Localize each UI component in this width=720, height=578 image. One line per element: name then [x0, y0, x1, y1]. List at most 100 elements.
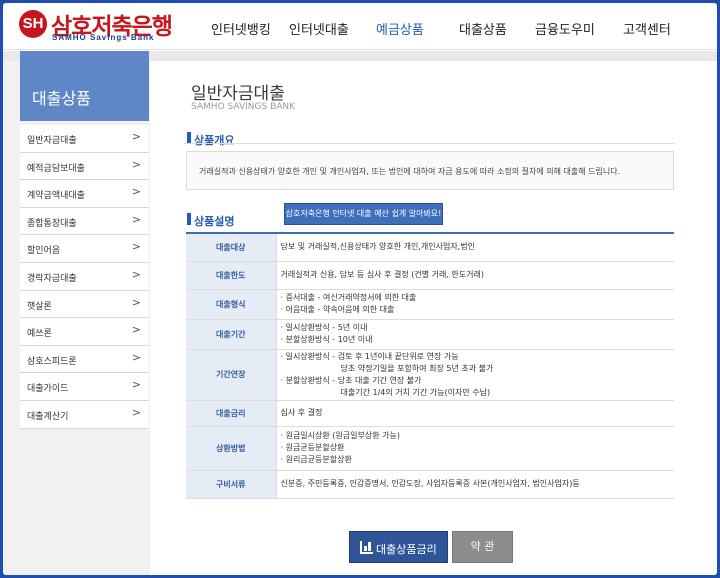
chevron-right-icon: >: [131, 405, 141, 419]
table-row: 대출한도 거래실적과 신용, 담보 등 심사 후 결정 (건별 거래, 한도거래): [186, 261, 674, 290]
sidebar-menu: 일반자금대출 > 예적금담보대출 > 계약금액내대출 > 종합통장대출 > 할인어음 > …: [20, 125, 149, 429]
row-label: 대출형식: [186, 289, 277, 320]
page-subtitle: SAMHO SAVINGS BANK: [191, 102, 296, 112]
sidebar-item-label: 경락자금대출: [27, 273, 77, 284]
row-value-line: · 원금균등분할상환: [280, 443, 345, 452]
sidebar-item-loan-guide[interactable]: 대출가이드 >: [20, 373, 149, 401]
sidebar-item-label: 종합통장대출: [27, 218, 77, 229]
chart-icon: [360, 541, 373, 554]
row-label: 구비서류: [186, 470, 277, 499]
table-row: 기간연장 · 일시상환방식 - 검토 후 1년이내 끝단위로 연장 가능당초 약정…: [186, 349, 674, 401]
terms-button[interactable]: 약 관: [452, 531, 513, 563]
table-row: 상환방법 · 원금일시상환 (원금일부상환 가능) · 원금균등분할상환 · 원리금균…: [186, 426, 674, 471]
section-divider: [184, 143, 675, 144]
table-row: 대출기간 · 일시상환방식 - 5년 이내 · 분할상환방식 - 10년 이내: [186, 319, 674, 350]
sidebar-item-label: 일반자금대출: [27, 136, 77, 146]
logo-seal: SH: [19, 10, 47, 38]
chevron-right-icon: >: [131, 130, 141, 143]
overview-title: 상품개요: [194, 134, 235, 147]
chevron-right-icon: >: [131, 295, 141, 309]
row-value-line: · 원금일시상환 (원금일부상환 가능): [280, 431, 400, 440]
sidebar-item-label: 예적금담보대출: [27, 163, 85, 174]
row-value-line: · 어음대출 - 약속어음에 의한 대출: [280, 305, 395, 314]
chevron-right-icon: >: [131, 185, 141, 199]
row-value-line: · 분할상환방식 - 10년 이내: [280, 335, 373, 344]
row-value-line: 심사 후 결정: [280, 408, 323, 417]
chevron-right-icon: >: [131, 157, 141, 171]
sidebar-item-general-loan[interactable]: 일반자금대출 >: [20, 125, 149, 153]
row-label: 대출한도: [186, 261, 277, 290]
sidebar-item-discount-bill[interactable]: 할인어음 >: [20, 235, 149, 263]
overview-text: 거래실적과 신용상태가 양호한 개인 및 개인사업자, 또는 법인에 대하여 자…: [199, 167, 621, 176]
sidebar-item-label: 대출계산기: [27, 411, 69, 422]
chevron-right-icon: >: [131, 323, 141, 337]
row-label: 기간연장: [186, 349, 277, 401]
sidebar-item-contract-amount-loan[interactable]: 계약금액내대출 >: [20, 180, 149, 208]
row-value-line: 담보 및 거래실적,신용상태가 양호한 개인,개인사업자,법인: [280, 242, 475, 252]
chevron-right-icon: >: [131, 378, 141, 392]
row-value-line: 당초 약정기일을 포함하여 최장 5년 초과 불가: [340, 363, 494, 373]
internet-loan-notice-button[interactable]: 삼호저축은행 인터넷 대출 예산 쉽게 알아봐요!: [284, 203, 443, 225]
sidebar-item-auction-loan[interactable]: 경락자금대출 >: [20, 262, 149, 291]
table-row: 대출대상 담보 및 거래실적,신용상태가 양호한 개인,개인사업자,법인: [186, 233, 674, 262]
chevron-right-icon: >: [131, 267, 141, 281]
top-navigation: SH 삼호저축은행 SAMHO Savings Bank 인터넷뱅킹 인터넷대출…: [3, 3, 717, 50]
sidebar-item-sunshine-loan[interactable]: 햇살론 >: [20, 290, 149, 319]
section-marker: [187, 213, 191, 225]
row-value: 신분증, 주민등록증, 인감증명서, 인감도장, 사업자등록증 사본(개인사업자…: [276, 470, 674, 499]
menu-deposit-products[interactable]: 예금상품: [376, 19, 424, 38]
row-value: · 증서대출 - 여신거래약정서에 의한 대출 · 어음대출 - 약속어음에 의한…: [276, 289, 674, 320]
sidebar-item-overdraft-loan[interactable]: 종합통장대출 >: [20, 207, 149, 236]
description-title: 상품설명: [194, 215, 235, 228]
row-value-line: · 일시상환방식 - 5년 이내: [280, 323, 368, 332]
logo-subtitle: SAMHO Savings Bank: [52, 33, 155, 42]
row-value: · 원금일시상환 (원금일부상환 가능) · 원금균등분할상환 · 원리금균등분할상…: [276, 426, 674, 471]
table-row: 대출금리 심사 후 결정: [186, 400, 674, 427]
chevron-right-icon: >: [131, 212, 141, 226]
table-row: 대출형식 · 증서대출 - 여신거래약정서에 의한 대출 · 어음대출 - 약속어음…: [186, 289, 674, 320]
row-value-line: · 분할상환방식 - 당초 대출 기간 연장 불가: [280, 375, 422, 385]
row-value: 심사 후 결정: [276, 400, 674, 427]
row-label: 대출기간: [186, 319, 277, 350]
menu-financial-helper[interactable]: 금융도우미: [535, 19, 595, 38]
chevron-right-icon: >: [131, 350, 141, 364]
menu-internet-loan[interactable]: 인터넷대출: [289, 19, 349, 38]
sidebar-item-label: 햇살론: [27, 301, 52, 312]
loan-rate-button[interactable]: 대출상품금리: [349, 531, 448, 563]
row-value-line: 대출기간 1/4의 거치 기간 가능(이자만 수납): [340, 387, 491, 397]
menu-internet-banking[interactable]: 인터넷뱅킹: [211, 19, 271, 38]
row-value-line: · 일시상환방식 - 검토 후 1년이내 끝단위로 연장 가능: [280, 351, 459, 361]
sidebar-item-label: 예쓰론: [27, 329, 52, 340]
row-label: 상환방법: [186, 426, 277, 471]
row-value: · 일시상환방식 - 5년 이내 · 분할상환방식 - 10년 이내: [276, 319, 674, 350]
sidebar-item-label: 삼호스피드론: [27, 356, 77, 367]
chevron-right-icon: >: [131, 240, 141, 254]
menu-customer-center[interactable]: 고객센터: [623, 19, 671, 38]
row-value-line: 거래실적과 신용, 담보 등 심사 후 결정 (건별 거래, 한도거래): [280, 270, 485, 279]
row-value: · 일시상환방식 - 검토 후 1년이내 끝단위로 연장 가능당초 약정기일을 …: [276, 349, 674, 401]
row-label: 대출금리: [186, 400, 277, 427]
overview-box: 거래실적과 신용상태가 양호한 개인 및 개인사업자, 또는 법인에 대하여 자…: [186, 151, 674, 190]
samho-logo[interactable]: SH 삼호저축은행 SAMHO Savings Bank: [19, 10, 189, 44]
page-frame: SH 삼호저축은행 SAMHO Savings Bank 인터넷뱅킹 인터넷대출…: [3, 3, 717, 575]
row-value-line: · 증서대출 - 여신거래약정서에 의한 대출: [280, 293, 417, 302]
row-value-line: · 원리금균등분할상환: [280, 455, 352, 464]
page-title: 일반자금대출: [191, 84, 285, 104]
table-row: 구비서류 신분증, 주민등록증, 인감증명서, 인감도장, 사업자등록증 사본(개…: [186, 470, 674, 499]
row-label: 대출대상: [186, 233, 277, 262]
row-value-line: 신분증, 주민등록증, 인감증명서, 인감도장, 사업자등록증 사본(개인사업자…: [280, 479, 580, 488]
sidebar-item-speed-loan[interactable]: 삼호스피드론 >: [20, 345, 149, 374]
sidebar-title: 대출상품: [32, 89, 91, 108]
loan-rate-button-label: 대출상품금리: [376, 543, 437, 556]
sidebar-header: 대출상품: [20, 51, 149, 121]
menu-loan-products[interactable]: 대출상품: [459, 19, 507, 38]
sidebar-item-label: 대출가이드: [27, 384, 69, 395]
sidebar-item-label: 계약금액내대출: [27, 191, 85, 202]
sidebar-item-label: 할인어음: [27, 246, 61, 257]
row-value: 담보 및 거래실적,신용상태가 양호한 개인,개인사업자,법인: [276, 233, 674, 262]
product-description-table: 대출대상 담보 및 거래실적,신용상태가 양호한 개인,개인사업자,법인 대출한도 거…: [186, 232, 674, 499]
sidebar-item-yes-loan[interactable]: 예쓰론 >: [20, 318, 149, 346]
sidebar-item-deposit-secured-loan[interactable]: 예적금담보대출 >: [20, 152, 149, 181]
sidebar-item-loan-calculator[interactable]: 대출계산기 >: [20, 400, 149, 429]
row-value: 거래실적과 신용, 담보 등 심사 후 결정 (건별 거래, 한도거래): [276, 261, 674, 290]
